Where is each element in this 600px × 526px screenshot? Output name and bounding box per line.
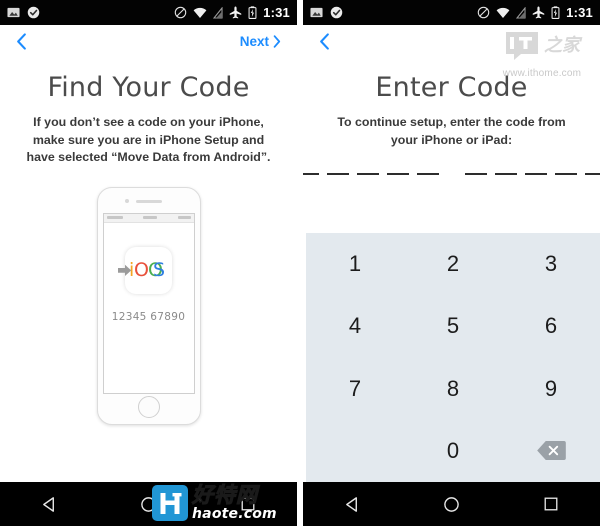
check-badge-icon — [27, 6, 40, 19]
keypad-key-1[interactable]: 1 — [306, 233, 404, 295]
iphone-screen: i O O S 12345 67890 — [102, 212, 195, 394]
next-button-label: Next — [239, 34, 269, 49]
code-group-one — [303, 173, 439, 175]
svg-text:O: O — [134, 259, 149, 281]
code-group-two — [464, 173, 600, 175]
wifi-icon — [193, 7, 207, 18]
signal-off-icon — [516, 6, 526, 19]
status-bar-clock: 1:31 — [566, 5, 593, 20]
backspace-icon — [536, 441, 566, 461]
signal-off-icon — [213, 6, 223, 19]
code-entry-field[interactable] — [303, 173, 600, 175]
nav-recents-button[interactable] — [543, 496, 559, 512]
keypad-key-8[interactable]: 8 — [404, 358, 502, 420]
move-to-ios-app-icon: i O O S — [118, 246, 172, 294]
wifi-icon — [496, 7, 510, 18]
right-content: Enter Code To continue setup, enter the … — [303, 58, 600, 482]
next-button[interactable]: Next — [240, 34, 281, 49]
keypad-key-5[interactable]: 5 — [404, 295, 502, 357]
right-app-nav-row — [303, 25, 600, 58]
left-panel-find-your-code: 1:31 Next Find Your Code If you don’t se… — [0, 0, 297, 526]
keypad-delete-button[interactable] — [502, 420, 600, 482]
nav-back-button[interactable] — [41, 496, 58, 513]
keypad-key-4[interactable]: 4 — [306, 295, 404, 357]
svg-text:S: S — [153, 259, 165, 281]
page-subtitle: If you don’t see a code on your iPhone, … — [26, 115, 271, 164]
android-nav-bar-left — [0, 482, 297, 526]
iphone-status-bar — [103, 213, 194, 223]
keypad-key-7[interactable]: 7 — [306, 358, 404, 420]
code-slot — [303, 173, 319, 175]
iphone-illustration: i O O S 12345 67890 — [96, 186, 201, 425]
code-slot — [356, 173, 379, 175]
square-recents-icon — [544, 497, 558, 511]
android-status-bar-left: 1:31 — [0, 0, 297, 25]
status-bar-clock: 1:31 — [263, 5, 290, 20]
battery-icon — [248, 6, 257, 19]
page-title: Enter Code — [375, 72, 528, 103]
keypad-key-6[interactable]: 6 — [502, 295, 600, 357]
code-slot — [524, 173, 547, 175]
right-arrow-icon — [118, 264, 132, 276]
android-status-bar-right: 1:31 — [303, 0, 600, 25]
chevron-left-icon — [17, 33, 26, 50]
code-slot — [326, 173, 349, 175]
image-icon — [310, 7, 323, 18]
code-slot — [464, 173, 487, 175]
nav-home-button[interactable] — [140, 496, 157, 513]
dual-screenshot-stage: 1:31 Next Find Your Code If you don’t se… — [0, 0, 600, 526]
check-badge-icon — [330, 6, 343, 19]
android-nav-bar-right — [303, 482, 600, 526]
page-title: Find Your Code — [47, 72, 250, 103]
iphone-speaker — [135, 199, 162, 203]
status-bar-notification-icons — [7, 6, 40, 19]
left-app-nav-row: Next — [0, 25, 297, 58]
code-slot — [386, 173, 409, 175]
page-subtitle: To continue setup, enter the code from y… — [337, 115, 566, 147]
iphone-camera — [124, 199, 129, 203]
nav-home-button[interactable] — [443, 496, 460, 513]
keypad-key-3[interactable]: 3 — [502, 233, 600, 295]
numeric-keypad: 1 2 3 4 5 6 7 8 9 0 — [306, 233, 600, 482]
iphone-home-button — [137, 395, 160, 418]
left-content: Find Your Code If you don’t see a code o… — [0, 58, 297, 482]
code-slot — [584, 173, 600, 175]
code-slot — [494, 173, 517, 175]
image-icon — [7, 7, 20, 18]
do-not-disturb-icon — [174, 6, 187, 19]
airplane-mode-icon — [532, 6, 545, 19]
chevron-right-icon — [273, 35, 281, 48]
status-bar-notification-icons-right — [310, 6, 343, 19]
code-slot — [416, 173, 439, 175]
status-bar-system-icons-right: 1:31 — [477, 6, 593, 19]
chevron-left-icon — [320, 33, 329, 50]
iphone-displayed-code: 12345 67890 — [111, 310, 186, 323]
battery-icon — [551, 6, 560, 19]
do-not-disturb-icon — [477, 6, 490, 19]
keypad-key-0[interactable]: 0 — [404, 420, 502, 482]
status-bar-system-icons: 1:31 — [174, 6, 290, 19]
circle-home-icon — [141, 496, 157, 512]
keypad-key-2[interactable]: 2 — [404, 233, 502, 295]
keypad-key-9[interactable]: 9 — [502, 358, 600, 420]
triangle-back-icon — [346, 496, 358, 512]
right-panel-enter-code: 1:31 Enter Code To continue setup, enter… — [303, 0, 600, 526]
nav-recents-button[interactable] — [240, 496, 256, 512]
airplane-mode-icon — [229, 6, 242, 19]
code-slot — [554, 173, 577, 175]
back-button[interactable] — [319, 33, 330, 50]
ios-wordmark: i O O S — [129, 259, 165, 281]
square-recents-icon — [241, 497, 255, 511]
back-button[interactable] — [16, 33, 27, 50]
triangle-back-icon — [43, 496, 55, 512]
circle-home-icon — [444, 496, 460, 512]
nav-back-button[interactable] — [344, 496, 361, 513]
keypad-key-blank — [306, 420, 404, 482]
